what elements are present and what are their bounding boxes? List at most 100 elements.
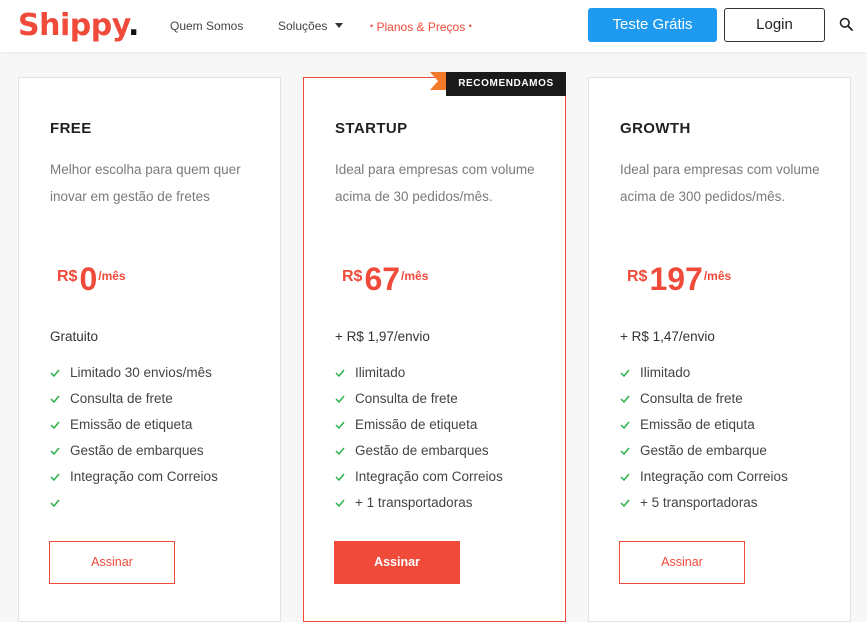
plan-name: STARTUP <box>335 120 408 137</box>
nav-planos-label: Planos & Preços <box>376 20 466 34</box>
site-header: Shippy. Quem Somos Soluções • Planos & P… <box>0 0 867 52</box>
check-icon <box>335 369 345 377</box>
price-currency: R$ <box>342 268 363 285</box>
price-amount: 197 <box>649 261 703 297</box>
feature-label: Consulta de frete <box>640 391 743 406</box>
check-icon <box>620 447 630 455</box>
feature-label: + 1 transportadoras <box>355 495 473 510</box>
plan-price: R$197/mês <box>627 261 731 298</box>
check-icon <box>50 421 60 429</box>
price-currency: R$ <box>57 268 78 285</box>
check-icon <box>335 395 345 403</box>
check-icon <box>50 473 60 481</box>
assinar-button-free[interactable]: Assinar <box>49 541 175 584</box>
feature-item: Emissão de etiqueta <box>50 412 218 438</box>
plan-name: GROWTH <box>620 120 691 137</box>
feature-item: Ilimitado <box>620 360 788 386</box>
feature-item <box>50 490 218 516</box>
check-icon <box>335 473 345 481</box>
nav-item-solucoes[interactable]: Soluções <box>278 18 344 34</box>
plan-card-growth: GROWTH Ideal para empresas com volume ac… <box>588 77 851 622</box>
feature-item: + 1 transportadoras <box>335 490 503 516</box>
feature-item: Consulta de frete <box>50 386 218 412</box>
check-icon <box>335 499 345 507</box>
price-period: /mês <box>703 269 732 283</box>
check-icon <box>50 369 60 377</box>
feature-label: Integração com Correios <box>640 469 788 484</box>
feature-item: Gestão de embarques <box>50 438 218 464</box>
per-send-fee: + R$ 1,97/envio <box>335 329 430 344</box>
check-icon <box>50 395 60 403</box>
feature-item: Gestão de embarques <box>335 438 503 464</box>
assinar-button-startup[interactable]: Assinar <box>334 541 460 584</box>
ribbon-label: RECOMENDAMOS <box>446 72 566 96</box>
logo-dot: . <box>128 8 139 43</box>
plan-description: Melhor escolha para quem quer inovar em … <box>50 162 241 204</box>
feature-item: Integração com Correios <box>335 464 503 490</box>
teste-gratis-button[interactable]: Teste Grátis <box>588 8 717 42</box>
feature-item: Gestão de embarque <box>620 438 788 464</box>
check-icon <box>335 447 345 455</box>
check-icon <box>335 421 345 429</box>
feature-label: Ilimitado <box>640 365 691 380</box>
plan-card-startup: RECOMENDAMOS STARTUP Ideal para empresas… <box>303 72 566 622</box>
plan-price: R$0/mês <box>57 261 126 298</box>
feature-label: Gestão de embarque <box>640 443 767 458</box>
check-icon <box>620 421 630 429</box>
feature-item: Limitado 30 envios/mês <box>50 360 218 386</box>
feature-label: Emissão de etiqueta <box>70 417 193 432</box>
plan-name: FREE <box>50 120 92 137</box>
plan-price: R$67/mês <box>342 261 428 298</box>
price-amount: 67 <box>364 261 401 297</box>
feature-list: Ilimitado Consulta de frete Emissão de e… <box>335 360 503 516</box>
check-icon <box>620 395 630 403</box>
feature-label: Limitado 30 envios/mês <box>70 365 212 380</box>
feature-label: Gestão de embarques <box>355 443 489 458</box>
feature-item: + 5 transportadoras <box>620 490 788 516</box>
feature-item: Emissão de etiqueta <box>335 412 503 438</box>
plan-card-free: FREE Melhor escolha para quem quer inova… <box>18 77 281 622</box>
feature-item: Consulta de frete <box>620 386 788 412</box>
nav-item-quem-somos[interactable]: Quem Somos <box>170 18 243 34</box>
check-icon <box>50 499 60 507</box>
feature-label: Emissão de etiqueta <box>355 417 478 432</box>
check-icon <box>620 499 630 507</box>
price-amount: 0 <box>79 261 98 297</box>
feature-label: Consulta de frete <box>355 391 458 406</box>
check-icon <box>620 369 630 377</box>
feature-item: Emissão de etiquta <box>620 412 788 438</box>
logo-text: Shippy <box>18 8 129 43</box>
feature-item: Consulta de frete <box>335 386 503 412</box>
price-currency: R$ <box>627 268 648 285</box>
assinar-button-growth[interactable]: Assinar <box>619 541 745 584</box>
feature-item: Ilimitado <box>335 360 503 386</box>
feature-label: Emissão de etiquta <box>640 417 755 432</box>
feature-item: Integração com Correios <box>50 464 218 490</box>
bullet-right: • <box>468 21 472 31</box>
nav-item-planos-precos[interactable]: • Planos & Preços • <box>370 18 472 35</box>
feature-label: Integração com Correios <box>70 469 218 484</box>
recommended-ribbon: RECOMENDAMOS <box>430 72 566 96</box>
feature-label: Ilimitado <box>355 365 406 380</box>
feature-label: Integração com Correios <box>355 469 503 484</box>
per-send-fee: + R$ 1,47/envio <box>620 329 715 344</box>
login-button[interactable]: Login <box>724 8 825 42</box>
feature-label: + 5 transportadoras <box>640 495 758 510</box>
nav-solucoes-label: Soluções <box>278 19 328 33</box>
feature-label: Consulta de frete <box>70 391 173 406</box>
feature-list: Limitado 30 envios/mês Consulta de frete… <box>50 360 218 516</box>
check-icon <box>50 447 60 455</box>
plan-description: Ideal para empresas com volume acima de … <box>335 162 535 204</box>
price-period: /mês <box>401 269 429 283</box>
check-icon <box>620 473 630 481</box>
bullet-left: • <box>370 21 374 31</box>
feature-item: Integração com Correios <box>620 464 788 490</box>
per-send-fee: Gratuito <box>50 329 99 344</box>
search-icon[interactable] <box>839 17 853 31</box>
feature-list: Ilimitado Consulta de frete Emissão de e… <box>620 360 788 516</box>
logo[interactable]: Shippy. <box>18 6 139 46</box>
ribbon-flag-icon <box>430 72 446 90</box>
caret-down-icon <box>335 23 344 29</box>
price-period: /mês <box>98 269 126 283</box>
feature-label: Gestão de embarques <box>70 443 204 458</box>
